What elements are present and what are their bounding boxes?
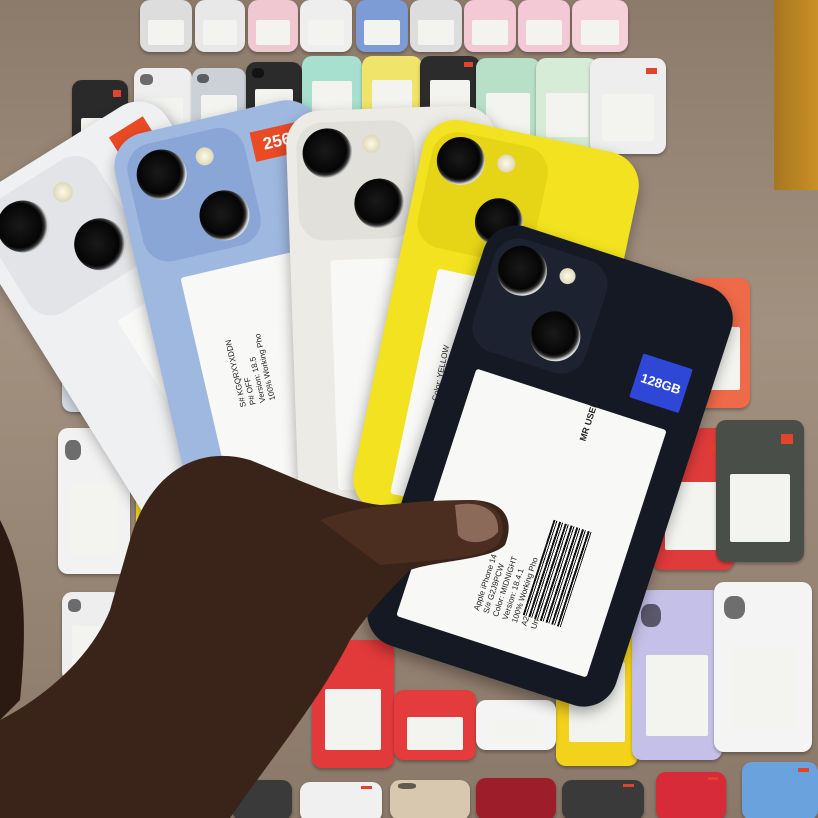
hand	[0, 455, 509, 818]
arm	[0, 520, 24, 720]
photo-scene: 256 S# KGQRXYXDDN P# OFF Version: 18.5 1…	[0, 0, 818, 818]
